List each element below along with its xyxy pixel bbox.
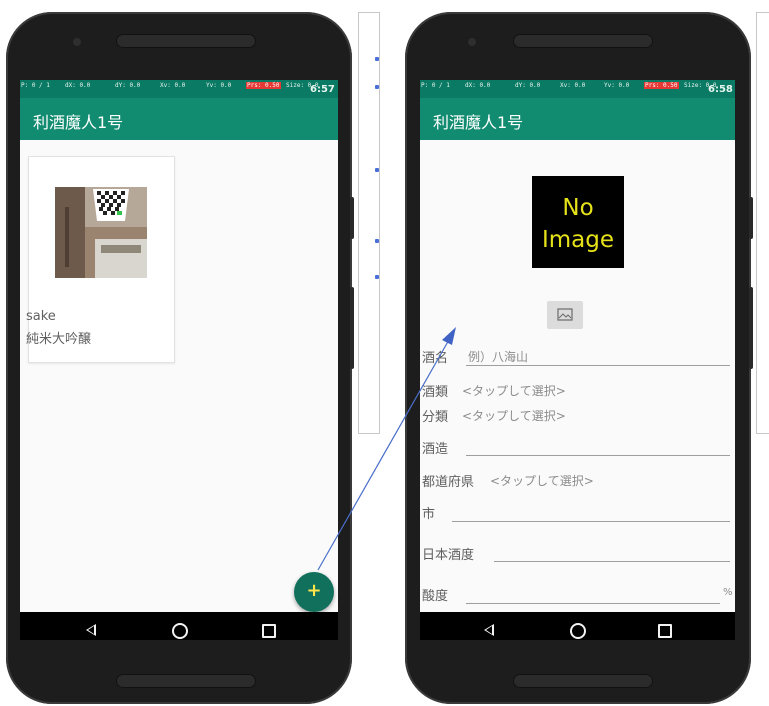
arrow-head: [442, 327, 456, 345]
transition-arrow: [317, 327, 456, 571]
arrow-line: [317, 337, 451, 571]
